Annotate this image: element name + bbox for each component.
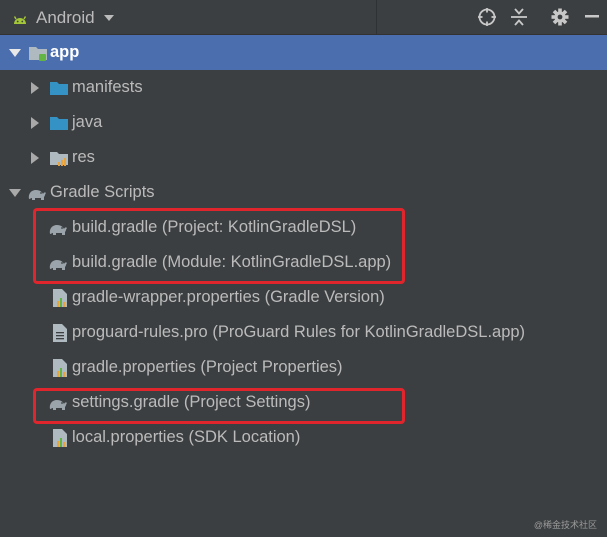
view-mode-dropdown[interactable]: Android [12, 0, 115, 35]
expand-arrow-icon[interactable] [31, 82, 39, 94]
tree-node-label: gradle.properties (Project Properties) [72, 358, 343, 376]
expand-arrow-icon[interactable] [9, 189, 21, 197]
tree-node-app[interactable]: app [0, 35, 607, 70]
toolbar-divider [376, 0, 377, 35]
properties-file-icon [53, 429, 67, 447]
tree-node-label: res [72, 148, 95, 166]
tree-node-res[interactable]: res [0, 140, 607, 175]
expand-arrow-icon[interactable] [31, 117, 39, 129]
folder-icon [50, 82, 68, 95]
view-mode-label: Android [36, 7, 95, 27]
settings-icon [551, 8, 569, 26]
tree-node-gradle-wrapper-properties[interactable]: gradle-wrapper.properties (Gradle Versio… [0, 280, 607, 315]
folder-icon [50, 117, 68, 130]
tree-node-label: proguard-rules.pro (ProGuard Rules for K… [72, 323, 526, 341]
project-toolbar: Android [0, 0, 607, 35]
tree-node-gradle-scripts[interactable]: Gradle Scripts [0, 175, 607, 210]
tree-node-proguard-rules[interactable]: proguard-rules.pro (ProGuard Rules for K… [0, 315, 607, 350]
annotation-highlight-settings-gradle [33, 388, 405, 424]
locate-icon [478, 8, 496, 26]
collapse-all-button[interactable] [507, 5, 531, 29]
watermark: @稀金技术社区 [533, 520, 597, 530]
tree-node-label: app [50, 43, 80, 61]
expand-arrow-icon[interactable] [31, 152, 39, 164]
android-icon [13, 15, 27, 24]
hide-panel-button[interactable] [580, 5, 604, 29]
tree-node-label: Gradle Scripts [50, 183, 155, 201]
tree-node-local-properties[interactable]: local.properties (SDK Location) [0, 420, 607, 455]
text-file-icon [53, 324, 67, 342]
minimize-icon [585, 15, 599, 18]
tree-node-label: local.properties (SDK Location) [72, 428, 301, 446]
module-folder-icon [29, 47, 47, 61]
project-tool-window: Android app manifests java res Gradle Sc… [0, 0, 607, 537]
locate-button[interactable] [475, 5, 499, 29]
tree-node-gradle-properties[interactable]: gradle.properties (Project Properties) [0, 350, 607, 385]
expand-arrow-icon[interactable] [9, 49, 21, 57]
tree-node-label: manifests [72, 78, 143, 96]
properties-file-icon [53, 359, 67, 377]
resource-folder-icon [50, 152, 68, 166]
properties-file-icon [53, 289, 67, 307]
tree-node-label: gradle-wrapper.properties (Gradle Versio… [72, 288, 385, 306]
tree-node-manifests[interactable]: manifests [0, 70, 607, 105]
collapse-all-icon [511, 8, 527, 26]
gradle-elephant-icon [28, 190, 46, 200]
chevron-down-icon [103, 14, 114, 21]
annotation-highlight-build-gradle [33, 208, 405, 284]
settings-button[interactable] [548, 5, 572, 29]
tree-node-label: java [72, 113, 103, 131]
tree-node-java[interactable]: java [0, 105, 607, 140]
